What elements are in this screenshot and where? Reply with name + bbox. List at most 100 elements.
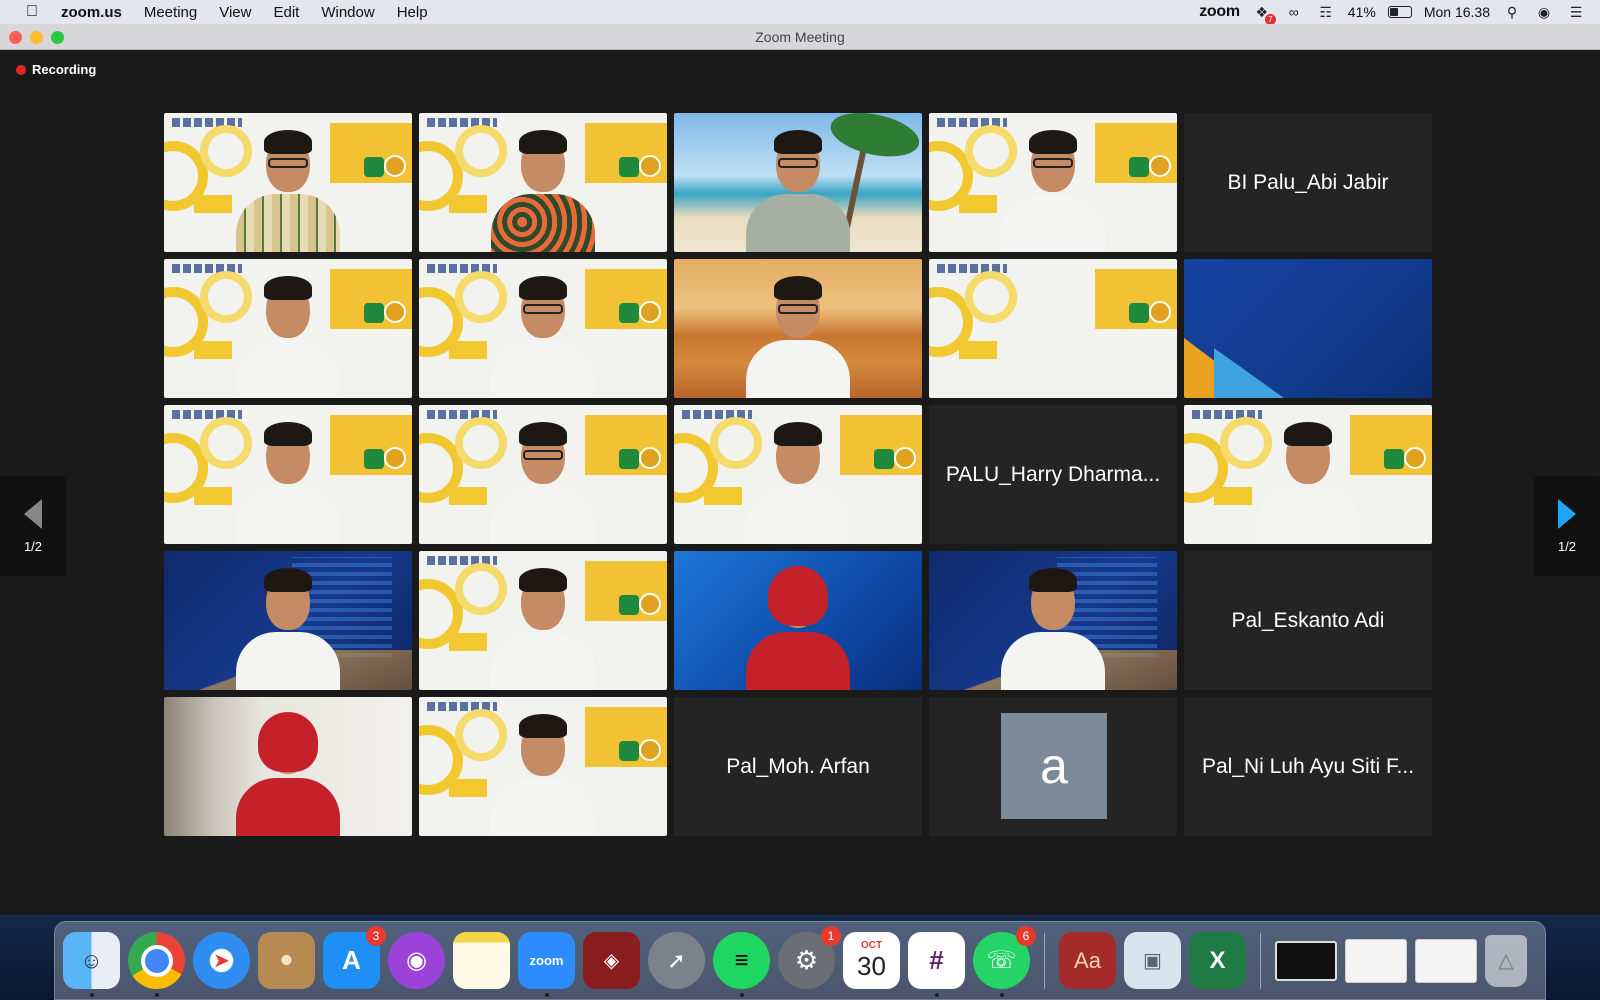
clock[interactable]: Mon 16.38 <box>1424 4 1490 20</box>
control-center-icon[interactable]: ☰ <box>1566 2 1586 22</box>
dock-zoom-icon[interactable]: zoom <box>518 932 575 997</box>
menu-window[interactable]: Window <box>310 4 385 21</box>
menu-edit[interactable]: Edit <box>262 4 310 21</box>
dock-whatsapp-icon[interactable]: ☏ 6 <box>973 926 1036 997</box>
recording-indicator[interactable]: Recording <box>16 62 96 77</box>
participant-video-tile[interactable] <box>419 697 667 836</box>
menu-meeting[interactable]: Meeting <box>133 4 208 21</box>
apple-menu-icon[interactable]:  <box>14 3 50 21</box>
gallery-grid: BI Palu_Abi Jabir PALU_Harry Dharma... Pal… <box>164 113 1432 836</box>
dock-spotify-icon[interactable]: ≡ <box>713 932 770 997</box>
dock-app-glyph: ⚫ <box>277 947 296 973</box>
participant-name: Pal_Eskanto Adi <box>1231 608 1385 632</box>
dock-preview-icon[interactable]: ▣ <box>1124 932 1181 989</box>
dock-finder-icon[interactable]: ☺ <box>63 932 120 997</box>
participant-video-tile[interactable] <box>419 551 667 690</box>
coin-icon <box>1149 301 1171 323</box>
participant-video-tile[interactable] <box>929 113 1177 252</box>
excel-icon <box>364 157 384 177</box>
participant-video-tile[interactable] <box>1184 405 1432 544</box>
participant-video-tile[interactable] <box>674 259 922 398</box>
dock-chrome-icon[interactable] <box>128 932 185 997</box>
dock-separator <box>1260 932 1261 989</box>
dropbox-icon[interactable]: ❖ 7 <box>1252 2 1276 25</box>
previous-page-button[interactable]: 1/2 <box>0 476 66 576</box>
dock-minimized-window[interactable] <box>1275 940 1337 981</box>
dock-app-store-icon[interactable]: A3 <box>323 926 386 989</box>
participant-name-tile[interactable]: Pal_Eskanto Adi <box>1184 551 1432 690</box>
participant-hair <box>519 276 567 300</box>
dock-safari-icon[interactable]: ➤ <box>193 932 250 989</box>
participant-name-tile[interactable]: Pal_Ni Luh Ayu Siti F... <box>1184 697 1432 836</box>
dock-calendar-icon[interactable]: OCT 30 <box>843 932 900 989</box>
dock-app-glyph: ➤ <box>213 950 230 972</box>
dock-launchpad-icon[interactable]: ➚ <box>648 932 705 989</box>
participant-name-tile[interactable]: BI Palu_Abi Jabir <box>1184 113 1432 252</box>
dock-minimized-window[interactable] <box>1415 938 1477 983</box>
menu-view[interactable]: View <box>208 4 262 21</box>
excel-icon <box>1384 449 1404 469</box>
battery-level-fill <box>1389 8 1398 16</box>
dock-podcasts-icon[interactable]: ◉ <box>388 932 445 989</box>
notification-badge: 6 <box>1016 926 1036 946</box>
siri-icon[interactable]: ◉ <box>1534 2 1554 22</box>
participant-video-tile[interactable] <box>929 551 1177 690</box>
zoom-status-item[interactable]: zoom <box>1199 3 1240 21</box>
participant-video-tile[interactable] <box>164 405 412 544</box>
dock-system-preferences-icon[interactable]: ⚙ 1 <box>778 926 841 989</box>
window-title: Zoom Meeting <box>755 29 845 45</box>
coin-icon <box>639 447 661 469</box>
coin-icon <box>639 155 661 177</box>
participant-video-person <box>228 268 348 398</box>
dock-excel-icon[interactable]: X <box>1189 932 1246 989</box>
menu-help[interactable]: Help <box>386 4 439 21</box>
excel-icon <box>619 449 639 469</box>
next-page-button[interactable]: 1/2 <box>1534 476 1600 576</box>
calendar-day: 30 <box>857 950 886 981</box>
participant-body <box>746 486 850 544</box>
participant-video-tile[interactable] <box>419 259 667 398</box>
dock-minimized-window[interactable] <box>1345 938 1407 983</box>
participant-video-tile[interactable] <box>419 113 667 252</box>
participant-hair <box>768 566 828 626</box>
notification-badge: 1 <box>821 926 841 946</box>
participant-video-tile[interactable] <box>929 259 1177 398</box>
participant-video-tile[interactable] <box>419 405 667 544</box>
participant-video-tile[interactable] <box>164 551 412 690</box>
participant-video-tile[interactable] <box>674 551 922 690</box>
participant-video-tile[interactable] <box>164 259 412 398</box>
participant-name: Pal_Moh. Arfan <box>726 754 870 778</box>
decorative-bar <box>449 487 487 505</box>
participant-video-person <box>738 268 858 398</box>
dock-app-glyph: A <box>342 945 361 975</box>
battery-icon[interactable] <box>1387 6 1412 18</box>
creative-cloud-icon[interactable]: ∞ <box>1284 2 1304 22</box>
dock-contacts-icon[interactable]: ⚫ <box>258 932 315 989</box>
spotlight-search-icon[interactable]: ⚲ <box>1502 2 1522 22</box>
excel-icon <box>1129 303 1149 323</box>
window-titlebar[interactable]: Zoom Meeting <box>0 24 1600 50</box>
participant-name-tile[interactable]: PALU_Harry Dharma... <box>929 405 1177 544</box>
participant-video-tile[interactable] <box>1184 259 1432 398</box>
dock-slack-icon[interactable]: # <box>908 932 965 997</box>
virtual-background-workshop <box>929 259 1177 398</box>
participant-video-person <box>228 706 348 836</box>
participant-hair <box>774 130 822 154</box>
participant-video-tile[interactable] <box>164 113 412 252</box>
participant-video-person <box>738 122 858 252</box>
glasses <box>268 158 308 168</box>
dock-photo-booth-icon[interactable]: ◈ <box>583 932 640 989</box>
wifi-icon[interactable]: ☶ <box>1316 2 1336 22</box>
participant-name-tile[interactable]: Pal_Moh. Arfan <box>674 697 922 836</box>
participant-video-tile[interactable] <box>164 697 412 836</box>
participant-avatar-tile[interactable]: a <box>929 697 1177 836</box>
battery-percent: 41% <box>1347 4 1376 20</box>
menu-app-name[interactable]: zoom.us <box>50 4 133 21</box>
participant-video-tile[interactable] <box>674 405 922 544</box>
dock-trash-icon[interactable]: △ <box>1485 934 1527 987</box>
dock-notes-icon[interactable] <box>453 932 510 989</box>
decorative-bar <box>704 487 742 505</box>
dock-dictionary-icon[interactable]: Aa <box>1059 932 1116 989</box>
participant-video-tile[interactable] <box>674 113 922 252</box>
decorative-bar <box>449 341 487 359</box>
